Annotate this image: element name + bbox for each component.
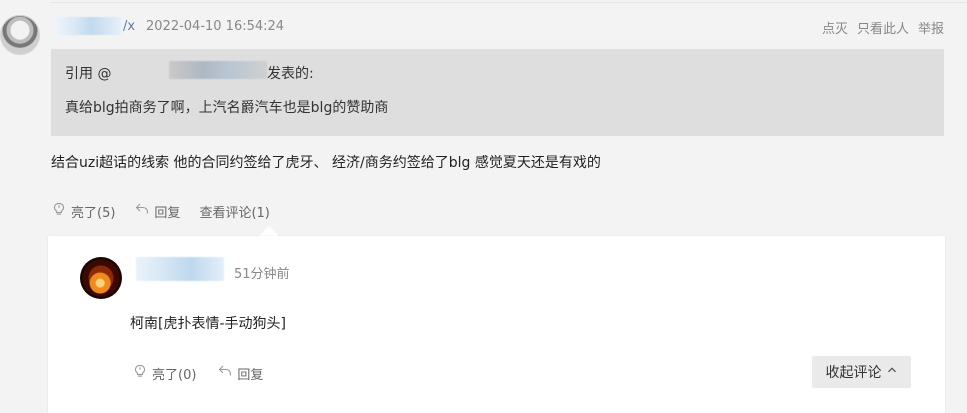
reply-username-redacted[interactable]: [136, 257, 224, 281]
reply-arrow-icon: [134, 201, 150, 221]
like-button[interactable]: 亮了(5): [51, 201, 115, 221]
post-body: 结合uzi超话的线索 他的合同约签给了虎牙、 经济/商务约签给了blg 感觉夏天…: [51, 155, 601, 171]
collapse-label: 收起评论: [825, 365, 882, 381]
reply-like-button[interactable]: 亮了(0): [132, 363, 196, 383]
reply-button[interactable]: 回复: [134, 201, 180, 221]
quote-prefix: 引用 @: [65, 66, 112, 82]
reply-reply-label: 回复: [237, 367, 264, 383]
username-redacted[interactable]: [55, 17, 121, 35]
like-label: 亮了(5): [71, 205, 116, 221]
lightbulb-icon: [132, 363, 148, 383]
reply-arrow-icon: [217, 363, 233, 383]
quote-suffix: 发表的:: [267, 66, 314, 82]
reply-like-label: 亮了(0): [152, 367, 197, 383]
view-comments-label: 查看评论(1): [199, 205, 270, 221]
post-timestamp: 2022-04-10 16:54:24: [146, 19, 285, 34]
top-divider: [50, 2, 967, 3]
lightbulb-icon: [51, 201, 67, 221]
reply-panel: 51分钟前 柯南[虎扑表情-手动狗头] 亮了(0) 回复 收起评论: [48, 236, 945, 413]
post-actions: 亮了(5) 回复 查看评论(1): [51, 201, 289, 221]
reply-reply-button[interactable]: 回复: [217, 363, 263, 383]
chevron-up-icon: [886, 364, 898, 380]
reply-label: 回复: [154, 205, 181, 221]
reply-text: 柯南[虎扑表情-手动狗头]: [130, 316, 286, 332]
reply-timestamp: 51分钟前: [234, 267, 290, 282]
avatar[interactable]: [0, 15, 40, 55]
reply-avatar[interactable]: [80, 257, 122, 299]
quoted-username-redacted[interactable]: [169, 61, 267, 79]
dislike-link[interactable]: 点灭: [822, 18, 848, 37]
quote-block: 引用 @ 发表的: 真给blg拍商务了啊，上汽名爵汽车也是blg的赞助商: [51, 49, 944, 136]
reply-panel-pointer: [259, 226, 279, 236]
report-link[interactable]: 举报: [918, 18, 944, 37]
collapse-comments-button[interactable]: 收起评论: [812, 356, 911, 388]
only-this-user-link[interactable]: 只看此人: [857, 18, 909, 37]
quote-text: 真给blg拍商务了啊，上汽名爵汽车也是blg的赞助商: [65, 100, 389, 116]
reply-actions: 亮了(0) 回复: [132, 363, 284, 383]
view-comments-button[interactable]: 查看评论(1): [199, 202, 269, 221]
username-suffix[interactable]: /x: [123, 19, 135, 34]
top-action-links: 点灭 只看此人 举报: [822, 18, 944, 37]
